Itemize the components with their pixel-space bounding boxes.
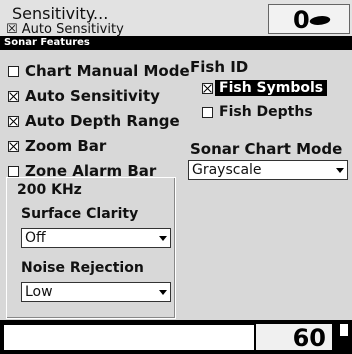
fish-depths-checkbox[interactable]: Fish Depths xyxy=(202,104,313,120)
khz-heading: 200 KHz xyxy=(17,182,82,198)
sensitivity-menu-item[interactable]: Sensitivity... ☒ Auto Sensitivity xyxy=(6,5,124,36)
chevron-down-icon xyxy=(159,236,167,241)
noise-rejection-dropdown[interactable]: Low xyxy=(21,282,171,302)
fish-icon xyxy=(307,16,333,25)
auto-depth-range-label: Auto Depth Range xyxy=(25,112,180,130)
khz-settings-group: 200 KHz Surface Clarity Off Noise Reject… xyxy=(6,177,176,319)
auto-depth-range-checkbox[interactable]: Auto Depth Range xyxy=(8,112,180,130)
noise-rejection-label: Noise Rejection xyxy=(21,260,144,276)
bottom-status-bar: 60 xyxy=(0,320,352,354)
speed-readout: 60 xyxy=(256,324,332,352)
depth-value: 0 xyxy=(293,6,310,34)
fish-symbols-checkbox[interactable]: Fish Symbols xyxy=(202,80,328,96)
window-title: Sonar Features xyxy=(4,37,90,48)
checkbox-checked-icon xyxy=(202,82,213,94)
window-titlebar: Sonar Features xyxy=(0,36,352,50)
sonar-features-panel: Chart Manual Mode Auto Sensitivity Auto … xyxy=(0,50,352,320)
noise-rejection-value: Low xyxy=(25,284,53,300)
sonar-chart-mode-value: Grayscale xyxy=(192,162,262,178)
checkbox-icon xyxy=(8,165,19,177)
readout-value: 60 xyxy=(292,324,326,352)
sonar-chart-mode-heading: Sonar Chart Mode xyxy=(190,140,343,158)
auto-sensitivity-label: Auto Sensitivity xyxy=(25,87,160,105)
depth-display: 0 xyxy=(268,4,350,34)
auto-sensitivity-menu-item[interactable]: ☒ Auto Sensitivity xyxy=(6,21,124,36)
auto-sensitivity-checkbox[interactable]: Auto Sensitivity xyxy=(8,87,160,105)
zoom-bar-label: Zoom Bar xyxy=(25,137,107,155)
sonar-chart-mode-dropdown[interactable]: Grayscale xyxy=(188,160,348,180)
zoom-bar-checkbox[interactable]: Zoom Bar xyxy=(8,137,106,155)
fish-symbols-label: Fish Symbols xyxy=(215,80,328,96)
checkbox-icon xyxy=(202,106,213,118)
chart-manual-mode-label: Chart Manual Mode xyxy=(25,62,190,80)
checkbox-checked-icon xyxy=(8,140,19,152)
top-status-bar: Sensitivity... ☒ Auto Sensitivity 0 xyxy=(0,0,352,37)
surface-clarity-dropdown[interactable]: Off xyxy=(21,228,171,248)
fish-id-heading: Fish ID xyxy=(190,58,249,76)
checkbox-icon xyxy=(8,65,19,77)
chart-manual-mode-checkbox[interactable]: Chart Manual Mode xyxy=(8,62,190,80)
chevron-down-icon xyxy=(159,290,167,295)
fish-depths-label: Fish Depths xyxy=(219,104,313,120)
surface-clarity-label: Surface Clarity xyxy=(21,206,139,222)
surface-clarity-value: Off xyxy=(25,230,46,246)
checkbox-checked-icon xyxy=(8,90,19,102)
chevron-down-icon xyxy=(336,168,344,173)
status-message-area xyxy=(4,325,254,350)
cursor-icon xyxy=(340,324,348,336)
checkbox-checked-icon xyxy=(8,115,19,127)
